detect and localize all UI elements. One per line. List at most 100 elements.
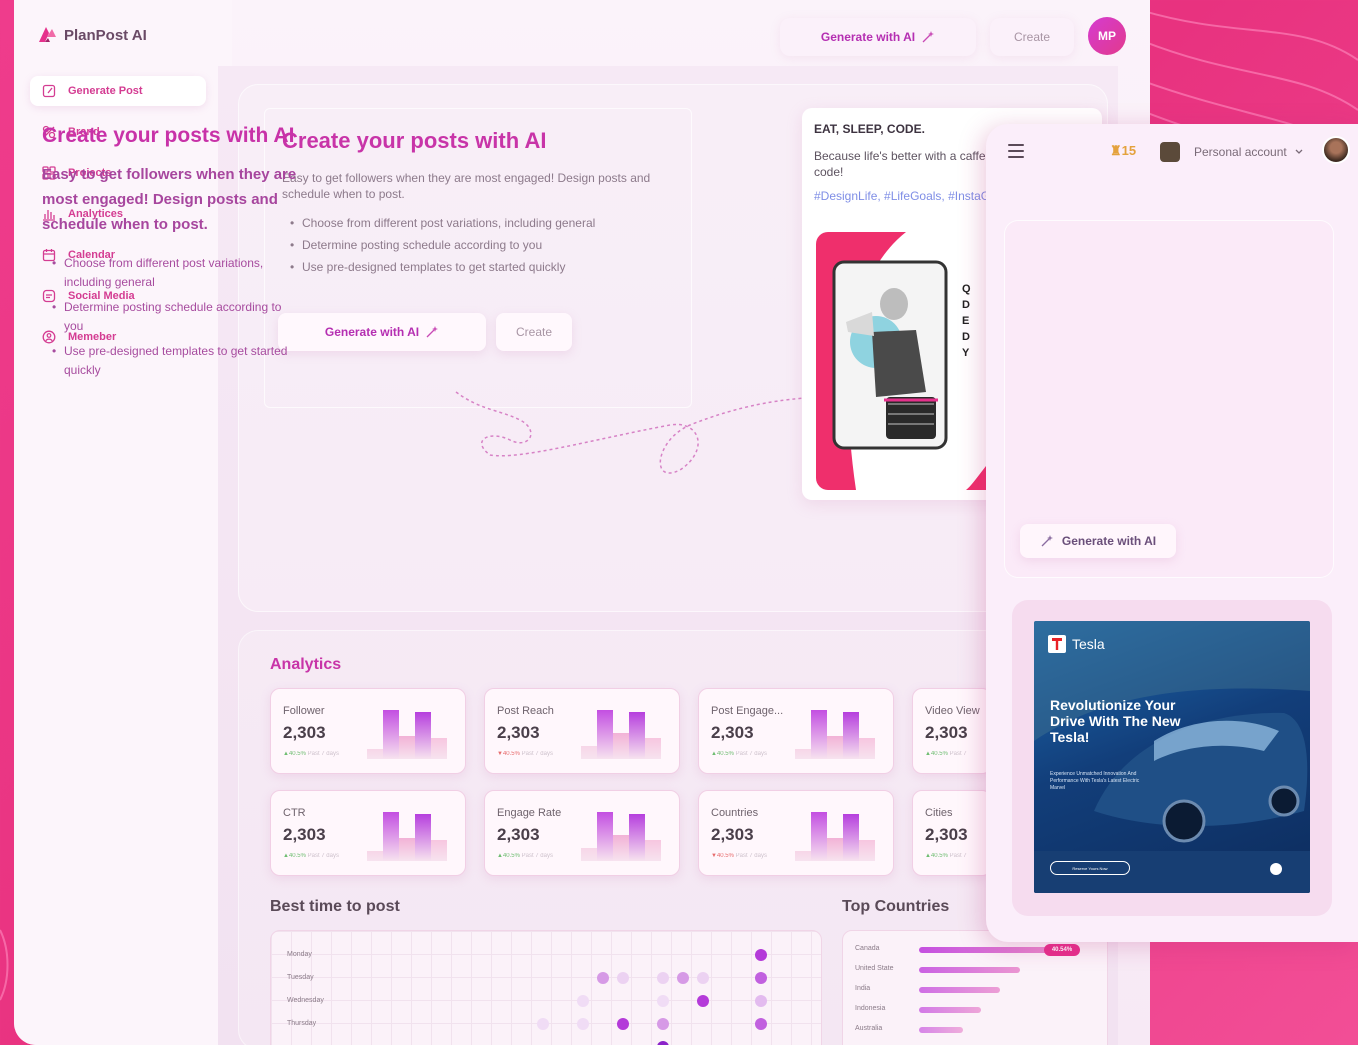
tesla-ad-image[interactable]: Tesla Revolutionize Your Drive With The … <box>1034 621 1310 893</box>
country-name: United State <box>855 965 894 972</box>
tesla-logo-icon <box>1048 635 1066 653</box>
mini-bar <box>415 712 431 759</box>
stat-change-value: ▲40.5% <box>711 751 734 757</box>
profile-avatar[interactable] <box>1322 136 1350 164</box>
analytics-title: Analytics <box>270 656 342 673</box>
stat-change: ▼40.5% Past 7 days <box>711 853 767 859</box>
heatmap-dot <box>755 995 767 1007</box>
stat-change: ▲40.5% Past 7 <box>925 751 967 757</box>
country-row: Indonesia <box>855 1005 981 1015</box>
stat-card[interactable]: Post Engage... 2,303 ▲40.5% Past 7 days <box>698 688 894 774</box>
stat-label: CTR <box>283 807 306 819</box>
heatmap-dot <box>577 995 589 1007</box>
mini-bar <box>581 848 597 861</box>
stat-label: Countries <box>711 807 759 819</box>
stat-change-value: ▼40.5% <box>711 853 734 859</box>
topbar-create-button[interactable]: Create <box>990 18 1074 56</box>
stat-value: 2,303 <box>925 825 968 844</box>
button-label: Generate with AI <box>324 325 420 339</box>
stat-card[interactable]: Engage Rate 2,303 ▲40.5% Past 7 days <box>484 790 680 876</box>
stat-change: ▲40.5% Past 7 <box>925 853 967 859</box>
chevron-down-icon <box>1295 149 1303 154</box>
country-name: Australia <box>855 1025 883 1032</box>
heatmap-dot <box>617 972 629 984</box>
stat-change-value: ▼40.5% <box>497 751 520 757</box>
coin-balance: ♜15 <box>1110 143 1136 159</box>
button-label: Generate with AI <box>1061 534 1157 548</box>
country-bar <box>919 967 1020 973</box>
heatmap-dot <box>657 1041 669 1045</box>
heatmap-dot <box>537 1018 549 1030</box>
best-time-heatmap[interactable]: Monday Tuesday Wednesday Thursday <box>270 930 822 1045</box>
stat-card[interactable]: Follower 2,303 ▲40.5% Past 7 days <box>270 688 466 774</box>
heatmap-dot <box>677 972 689 984</box>
ad-cta-button[interactable]: Reserve Yours Now <box>1050 861 1130 875</box>
mini-bar <box>859 840 875 861</box>
stat-value: 2,303 <box>497 723 540 742</box>
heatmap-dot <box>657 972 669 984</box>
country-bar <box>919 1007 981 1013</box>
stat-label: Post Reach <box>497 705 554 717</box>
decorative-dotted-path <box>455 391 806 474</box>
magic-wand-icon <box>922 31 935 43</box>
stat-change-value: ▲40.5% <box>283 751 306 757</box>
stat-card[interactable]: Countries 2,303 ▼40.5% Past 7 days <box>698 790 894 876</box>
stat-mini-chart <box>795 707 885 759</box>
mini-bar <box>827 838 843 861</box>
stat-card[interactable]: CTR 2,303 ▲40.5% Past 7 days <box>270 790 466 876</box>
app-name: PlanPost AI <box>64 26 147 44</box>
mini-bar <box>383 710 399 759</box>
mini-bar <box>431 840 447 861</box>
heatmap-dot <box>755 949 767 961</box>
heatmap-dot <box>617 1018 629 1030</box>
country-row: Australia <box>855 1025 963 1035</box>
mini-bar <box>629 712 645 759</box>
heatmap-dot <box>577 1018 589 1030</box>
app-logo[interactable]: PlanPost AI <box>36 24 147 46</box>
ad-headline: Revolutionize Your Drive With The New Te… <box>1050 697 1181 745</box>
mini-bar <box>399 838 415 861</box>
mobile-generate-button[interactable]: Generate with AI <box>1020 524 1176 558</box>
list-item: Use pre-designed templates to get starte… <box>52 342 302 380</box>
stat-card[interactable]: Post Reach 2,303 ▼40.5% Past 7 days <box>484 688 680 774</box>
coin-count: 15 <box>1121 143 1137 158</box>
stat-change: ▼40.5% Past 7 days <box>497 751 553 757</box>
heatmap-dot <box>755 972 767 984</box>
hamburger-menu-icon[interactable] <box>1008 144 1024 162</box>
stat-card[interactable]: Cities 2,303 ▲40.5% Past 7 <box>912 790 992 876</box>
hero-generate-button[interactable]: Generate with AI <box>278 313 486 351</box>
mini-bar <box>645 738 661 759</box>
stat-change-value: ▲40.5% <box>925 751 948 757</box>
country-bar <box>919 1027 963 1033</box>
mini-bar <box>629 814 645 861</box>
stat-period: Past 7 <box>949 853 967 859</box>
stat-change-value: ▲40.5% <box>283 853 306 859</box>
mini-bar <box>383 812 399 861</box>
account-switcher[interactable]: Personal account <box>1194 145 1303 159</box>
sidebar-item-generate-post[interactable]: Generate Post <box>30 76 206 106</box>
hero-create-button[interactable]: Create <box>496 313 572 351</box>
hero-feature-list: Choose from different post variations, i… <box>290 216 595 282</box>
stat-mini-chart <box>367 809 457 861</box>
topbar-generate-button[interactable]: Generate with AI <box>780 18 976 56</box>
stat-change: ▲40.5% Past 7 days <box>711 751 767 757</box>
country-name: India <box>855 985 871 992</box>
stat-mini-chart <box>795 809 885 861</box>
mini-bar <box>367 749 383 759</box>
mobile-hero-title: Create your posts with AI <box>42 124 295 147</box>
user-avatar[interactable]: MP <box>1088 17 1126 55</box>
country-name: Canada <box>855 945 880 952</box>
country-row: India <box>855 985 1000 995</box>
sidebar: PlanPost AI Generate Post Brand Projects… <box>14 0 232 1045</box>
stat-value: 2,303 <box>711 825 754 844</box>
stat-mini-chart <box>581 707 671 759</box>
heatmap-day-label: Monday <box>287 951 312 958</box>
stat-card[interactable]: Video View 2,303 ▲40.5% Past 7 <box>912 688 992 774</box>
stat-value: 2,303 <box>283 825 326 844</box>
stat-change-value: ▲40.5% <box>925 853 948 859</box>
button-label: Create <box>1013 30 1051 44</box>
heatmap-dot <box>697 995 709 1007</box>
heatmap-day-label: Wednesday <box>287 997 324 1004</box>
mini-bar <box>399 736 415 759</box>
ad-subtext: Experience Unmatched Innovation And Perf… <box>1050 771 1140 791</box>
